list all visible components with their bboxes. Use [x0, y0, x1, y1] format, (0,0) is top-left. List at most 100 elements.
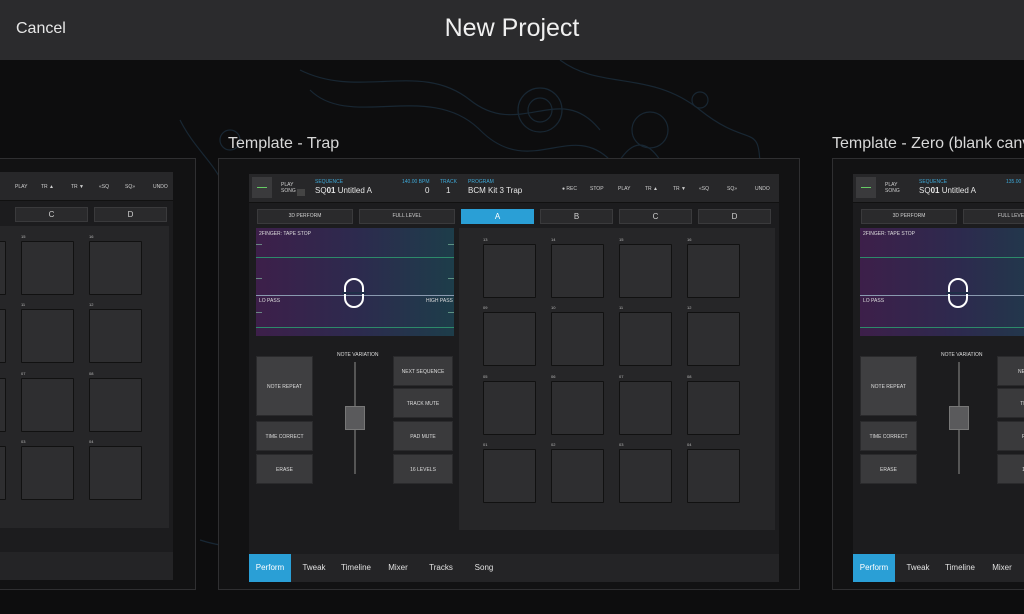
- play-song-toggle: [297, 189, 305, 196]
- xy-right-label: HIGH PASS: [426, 298, 453, 304]
- bottom-tabs: Perform Tweak Timeline Mixer Tracks Song: [249, 554, 779, 582]
- pad[interactable]: [483, 449, 536, 503]
- pad[interactable]: [21, 309, 74, 363]
- bank-b: B: [540, 209, 613, 224]
- bank-c: C: [619, 209, 692, 224]
- next-sequence-button: NEXT SEQUENCE: [393, 356, 453, 386]
- tab-song: Song: [474, 563, 494, 572]
- rec-button: ● REC: [562, 186, 577, 192]
- xy-pad: 2FINGER: TAPE STOP LO PASS HIGH PASS: [256, 228, 454, 336]
- pad[interactable]: [687, 381, 740, 435]
- menu-icon: [856, 177, 876, 198]
- pad[interactable]: [89, 446, 142, 500]
- bank-d: D: [94, 207, 167, 222]
- pad-grid: 13 14 15 16 09 10 11 12 05 06 07 08 01 0…: [459, 228, 775, 530]
- sq-prev-label: «SQ: [99, 184, 110, 190]
- tr-up-button: TR ▲: [645, 186, 659, 192]
- note-variation-label: NOTE VARIATION: [337, 352, 379, 358]
- pad[interactable]: [619, 244, 672, 298]
- pad[interactable]: [483, 381, 536, 435]
- pad[interactable]: [0, 378, 6, 432]
- bank-a: A: [461, 209, 534, 224]
- transport-bar: PLAY SONG SEQUENCE SQ01 Untitled A 140.0…: [249, 174, 779, 203]
- bottom-tabs: Perform Tweak Timeline Mixer: [853, 554, 1024, 582]
- xy-title: 2FINGER: TAPE STOP: [259, 231, 311, 237]
- pad[interactable]: [687, 244, 740, 298]
- play-button: PLAY: [618, 186, 631, 192]
- template-card-left[interactable]: PLAY TR ▲ TR ▼ «SQ SQ» UNDO C D 15 16 11…: [0, 158, 196, 590]
- tab-mixer: Mixer: [388, 563, 408, 572]
- template-label-zero: Template - Zero (blank canv: [832, 135, 1024, 152]
- play-label: PLAY: [15, 184, 28, 190]
- pad[interactable]: [551, 381, 604, 435]
- pad[interactable]: [483, 244, 536, 298]
- pad[interactable]: [0, 241, 6, 295]
- pad[interactable]: [89, 241, 142, 295]
- pad[interactable]: [21, 378, 74, 432]
- 3d-perform-button: 3D PERFORM: [257, 209, 353, 224]
- stop-button: STOP: [590, 186, 604, 192]
- 16-levels-button: 16 LEVELS: [393, 454, 453, 484]
- tab-tracks: Tracks: [429, 563, 453, 572]
- pad[interactable]: [551, 244, 604, 298]
- tab-tweak: Tweak: [302, 563, 326, 572]
- transport-bar: PLAY TR ▲ TR ▼ «SQ SQ» UNDO: [0, 172, 173, 201]
- note-repeat-button: NOTE REPEAT: [256, 356, 313, 416]
- sq-next-button: SQ»: [727, 186, 738, 192]
- menu-icon: [252, 177, 272, 198]
- tr-up-label: TR ▲: [41, 184, 55, 190]
- sequence-value: SQ01 Untitled A: [315, 186, 372, 195]
- sq-next-label: SQ»: [125, 184, 136, 190]
- note-variation-slider: [345, 406, 365, 430]
- pad[interactable]: [89, 378, 142, 432]
- pad[interactable]: [483, 312, 536, 366]
- tab-perform: Perform: [249, 554, 291, 582]
- pad[interactable]: [21, 446, 74, 500]
- tr-down-button: TR ▼: [673, 186, 687, 192]
- pad[interactable]: [687, 449, 740, 503]
- pad[interactable]: [619, 312, 672, 366]
- note-variation-slider: [949, 406, 969, 430]
- erase-button: ERASE: [256, 454, 313, 484]
- undo-label: UNDO: [153, 184, 168, 190]
- xy-cursor: [946, 278, 970, 308]
- pad[interactable]: [21, 241, 74, 295]
- pad[interactable]: [0, 446, 6, 500]
- full-level-button: FULL LEVEL: [359, 209, 455, 224]
- transport-bar: PLAY SONG SEQUENCE SQ01 Untitled A 135.0…: [853, 174, 1024, 203]
- pad[interactable]: [687, 312, 740, 366]
- app-preview: PLAY SONG SEQUENCE SQ01 Untitled A 135.0…: [853, 174, 1024, 582]
- pad-grid: 15 16 11 12 07 08 03 04: [0, 226, 169, 528]
- xy-pad: 2FINGER: TAPE STOP LO PASS: [860, 228, 1024, 336]
- program-value: BCM Kit 3 Trap: [468, 186, 523, 195]
- pad[interactable]: [619, 449, 672, 503]
- xy-left-label: LO PASS: [259, 298, 281, 304]
- template-carousel[interactable]: PLAY TR ▲ TR ▼ «SQ SQ» UNDO C D 15 16 11…: [0, 60, 1024, 614]
- pad-mute-button: PAD MUTE: [393, 421, 453, 451]
- tab-timeline: Timeline: [341, 563, 371, 572]
- pad[interactable]: [0, 309, 6, 363]
- time-correct-button: TIME CORRECT: [256, 421, 313, 451]
- template-label-trap: Template - Trap: [228, 135, 340, 152]
- bank-c: C: [15, 207, 88, 222]
- xy-cursor: [342, 278, 366, 308]
- tr-down-label: TR ▼: [71, 184, 85, 190]
- bottom-tabs: [0, 552, 173, 580]
- pad[interactable]: [551, 312, 604, 366]
- pad[interactable]: [89, 309, 142, 363]
- pad[interactable]: [619, 381, 672, 435]
- sq-prev-button: «SQ: [699, 186, 710, 192]
- bpm-label: 140.00 BPM: [402, 179, 430, 185]
- app-preview: PLAY TR ▲ TR ▼ «SQ SQ» UNDO C D 15 16 11…: [0, 172, 173, 580]
- program-label: PROGRAM: [468, 179, 494, 185]
- sequence-label: SEQUENCE: [315, 179, 344, 185]
- top-bar: Cancel New Project: [0, 0, 1024, 61]
- track-value: 1: [446, 186, 451, 195]
- template-card-zero[interactable]: PLAY SONG SEQUENCE SQ01 Untitled A 135.0…: [832, 158, 1024, 590]
- track-label: TRACK: [440, 179, 457, 185]
- bar-value: 0: [425, 186, 430, 195]
- track-mute-button: TRACK MUTE: [393, 388, 453, 418]
- template-card-trap[interactable]: PLAY SONG SEQUENCE SQ01 Untitled A 140.0…: [218, 158, 800, 590]
- pad[interactable]: [551, 449, 604, 503]
- bank-d: D: [698, 209, 771, 224]
